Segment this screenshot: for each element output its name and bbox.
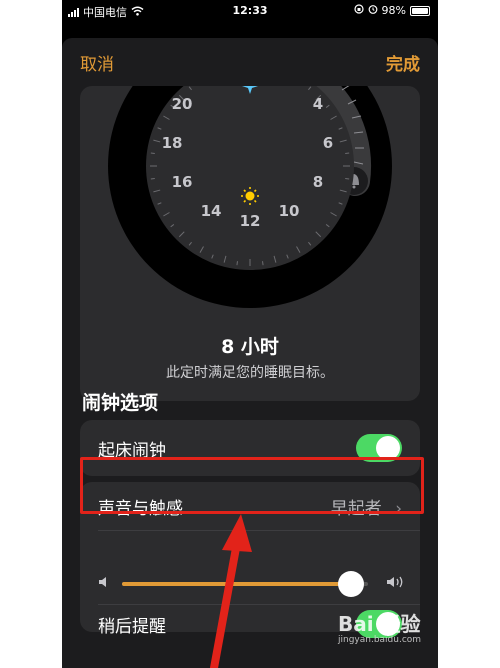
hour-label-20: 20 [172,95,193,113]
hour-label-10: 10 [279,202,300,220]
dial-tick [345,178,350,180]
alarm-status-icon [368,4,378,17]
sleep-goal-caption: 此定时满足您的睡眠目标。 [166,365,334,381]
sleep-duration: 8 小时 [221,336,279,358]
volume-thumb[interactable] [337,571,364,597]
hour-label-4: 4 [313,95,323,113]
alarm-options-title: 闹钟选项 [82,392,159,414]
volume-fill [122,582,351,586]
volume-slider[interactable] [122,571,368,597]
watermark-url: jingyan.baidu.com [338,635,422,645]
volume-high-icon [386,574,408,593]
dial-tick [150,178,155,180]
done-button[interactable]: 完成 [386,50,420,75]
schedule-sheet: 取消 完成 0 [62,38,438,668]
hour-label-8: 8 [313,173,323,191]
hour-label-12: 12 [240,212,261,230]
divider [98,604,420,605]
hour-label-16: 16 [172,173,193,191]
watermark-text: Bai 经验 [338,612,421,636]
battery-icon [410,5,430,16]
highlight-box [80,457,424,514]
cancel-button[interactable]: 取消 [80,50,114,75]
rotation-lock-icon [353,4,364,17]
dial-tick [150,152,155,154]
status-bar: 中国电信 12:33 98% [62,0,438,22]
volume-low-icon [98,574,110,593]
dial-tick [262,261,264,266]
watermark: Bai 经验 jingyan.baidu.com [338,608,421,645]
hour-label-6: 6 [323,134,333,152]
divider [98,530,420,531]
phone-screen: 中国电信 12:33 98% 取消 完成 4 6 8 10 12 14 16 1… [62,0,438,668]
battery-percent: 98% [381,4,406,17]
dial-tick [345,152,350,154]
sleep-schedule-card: 0 2 4 6 8 10 12 14 16 18 20 22 [80,86,420,401]
hour-label-18: 18 [162,134,183,152]
sleep-dial: 0 2 4 6 8 10 12 14 16 18 20 22 [108,86,392,308]
hour-label-14: 14 [201,202,222,220]
snooze-label: 稍后提醒 [98,617,166,637]
dial-tick [236,261,238,266]
